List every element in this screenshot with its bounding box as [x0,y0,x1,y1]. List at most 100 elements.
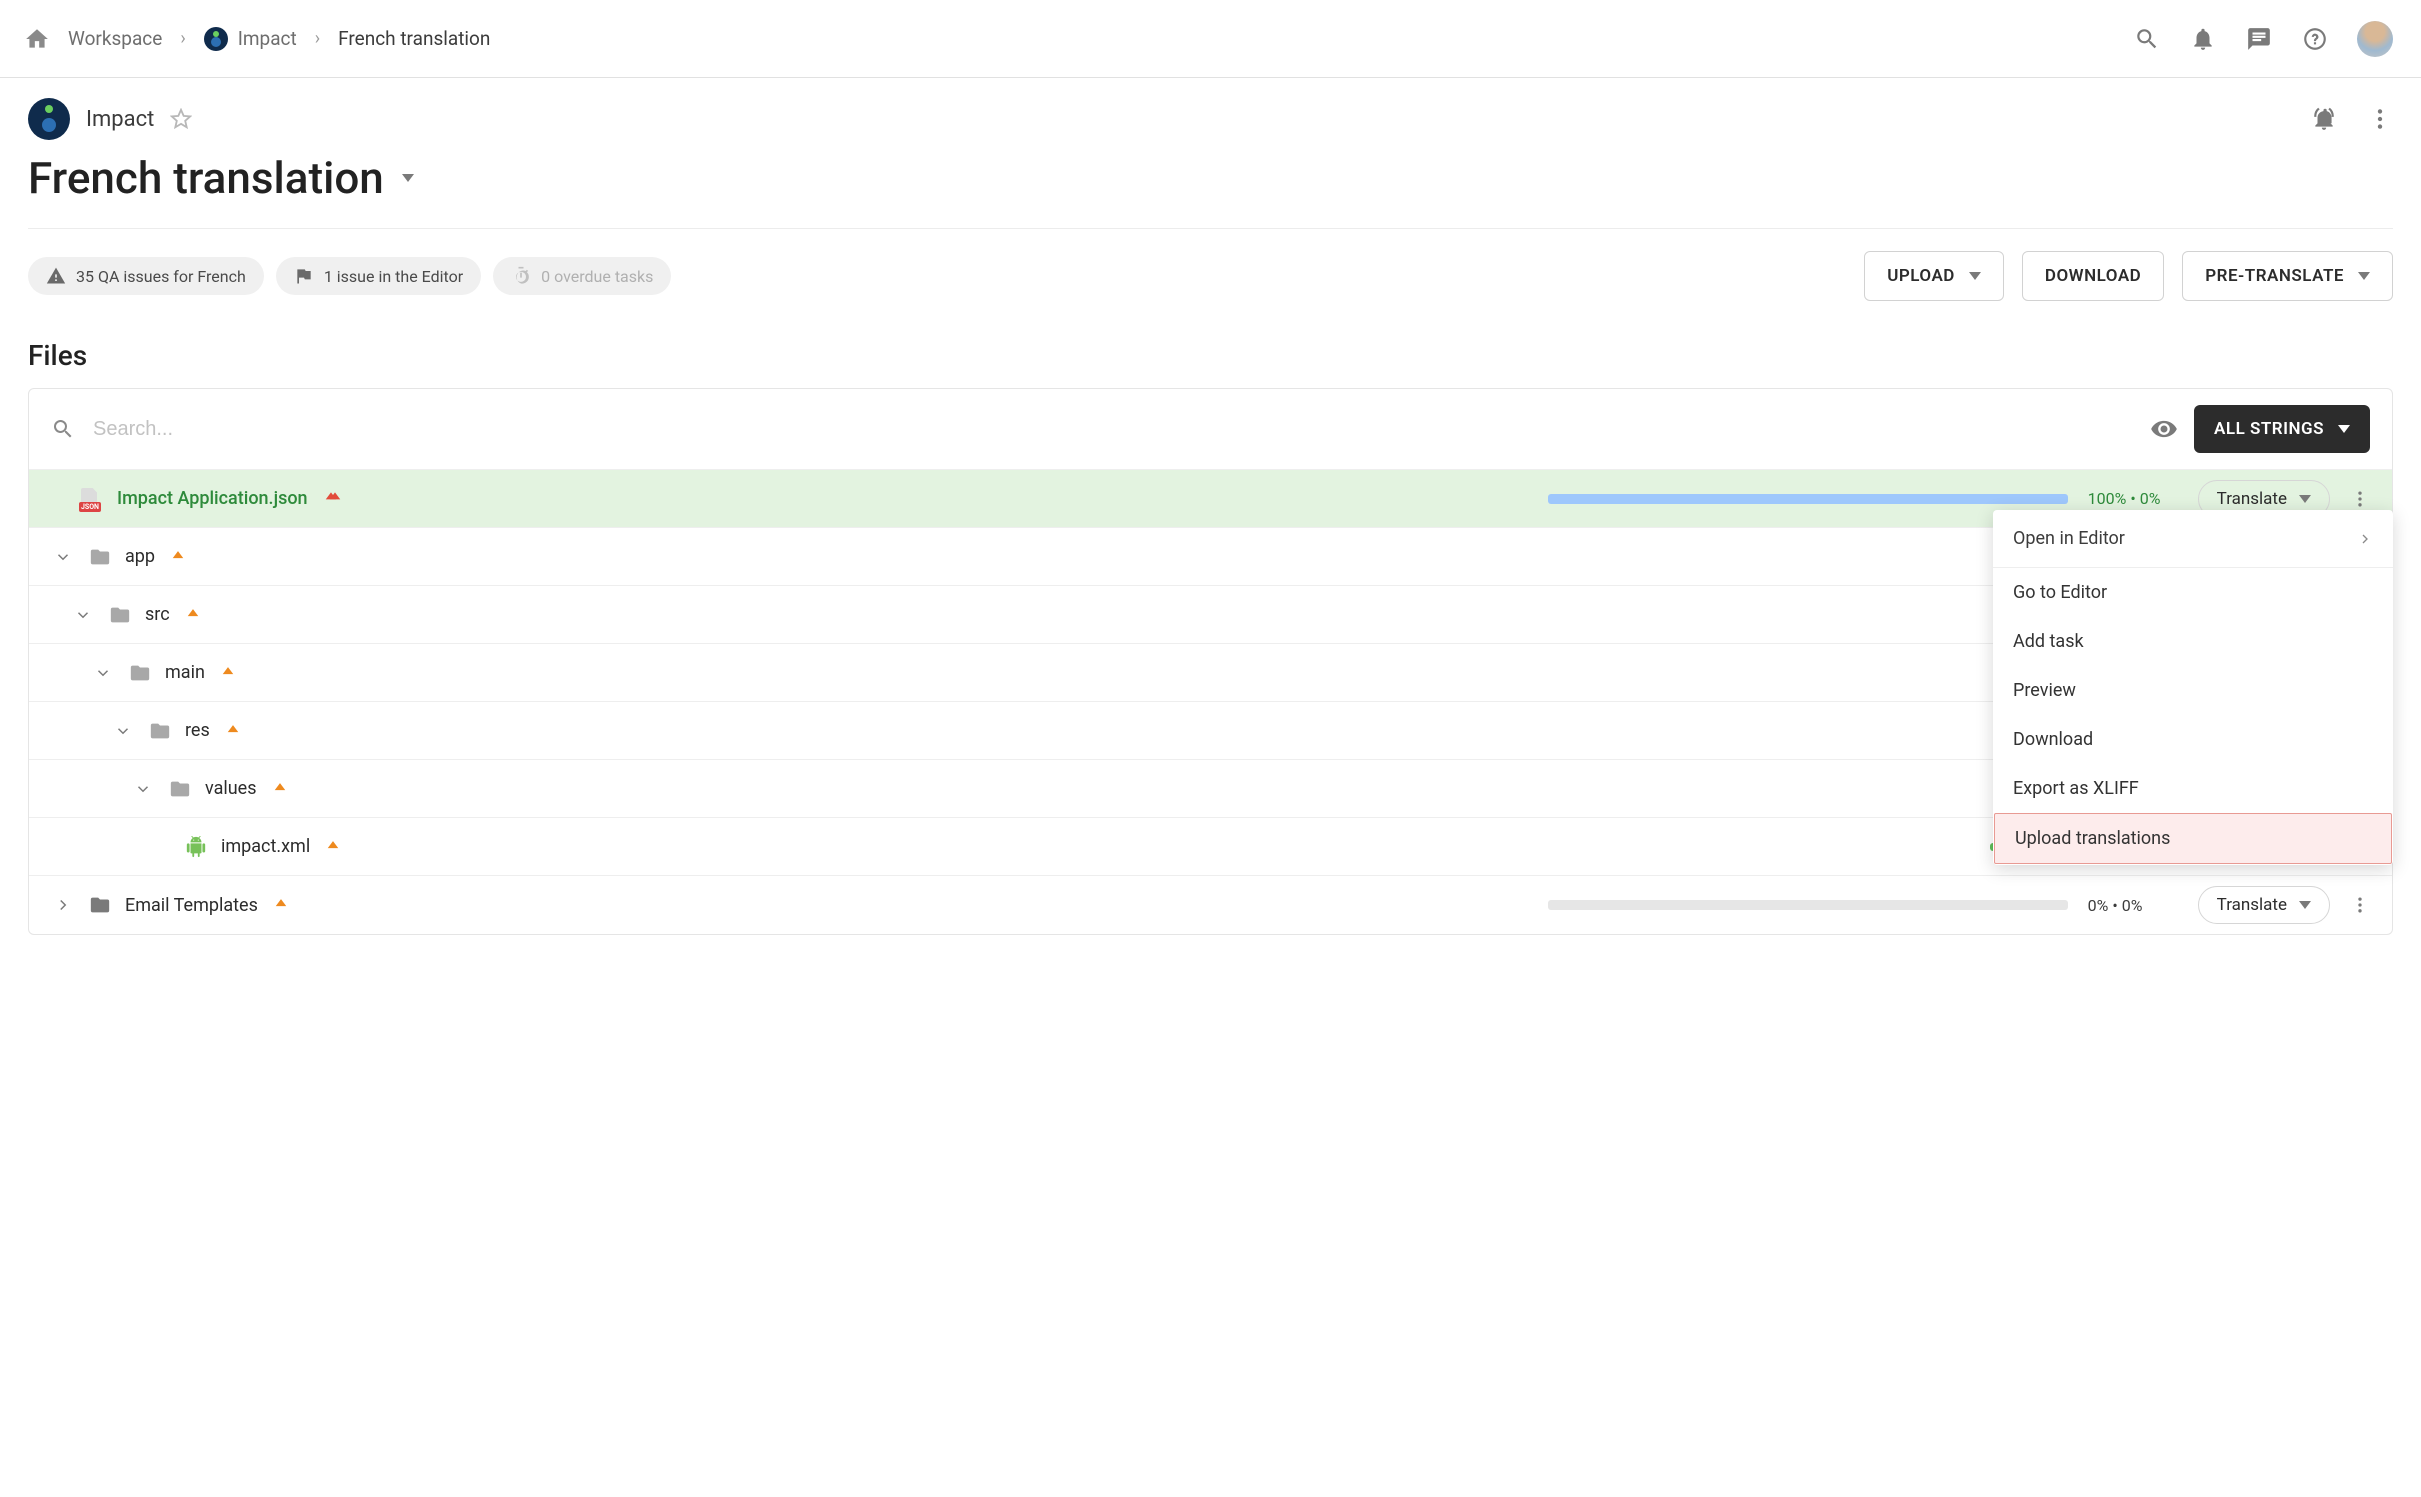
more-vert-icon[interactable] [2350,489,2370,509]
breadcrumb-project[interactable]: Impact [204,27,297,51]
breadcrumb-page: French translation [338,27,490,50]
chevron-down-icon[interactable] [111,722,135,740]
progress-text: 0% • 0% [2088,896,2178,915]
avatar[interactable] [2357,21,2393,57]
caret-down-icon [2358,272,2370,280]
chevron-right-icon: › [180,28,185,49]
search-input[interactable] [91,417,2134,442]
page-title-row: French translation [28,152,2393,229]
download-button-label: DOWNLOAD [2045,266,2141,286]
android-icon [185,836,207,858]
folder-name: values [205,778,257,799]
more-vert-icon[interactable] [2350,895,2370,915]
visibility-icon[interactable] [2150,415,2178,443]
priority-up-icon [324,838,342,856]
caret-down-icon [2299,495,2311,503]
folder-icon [169,778,191,800]
chevron-down-icon[interactable] [51,548,75,566]
progress-text: 100% • 0% [2088,489,2178,508]
chevron-right-icon: › [315,28,320,49]
caret-down-icon[interactable] [402,174,414,182]
project-header-row: Impact [28,98,2393,140]
chip-editor-label: 1 issue in the Editor [324,267,463,286]
priority-high-icon [322,490,344,508]
upload-button-label: UPLOAD [1887,266,1955,286]
priority-up-icon [224,722,242,740]
chip-overdue[interactable]: 0 overdue tasks [493,257,671,295]
bell-icon[interactable] [2189,25,2217,53]
menu-go-to-editor[interactable]: Go to Editor [1993,568,2393,617]
menu-download[interactable]: Download [1993,715,2393,764]
priority-up-icon [271,780,289,798]
folder-name: main [165,662,205,683]
files-search-row: ALL STRINGS [29,389,2392,470]
folder-icon [89,546,111,568]
bell-alert-icon[interactable] [2311,106,2337,132]
menu-open-in-editor[interactable]: Open in Editor [1993,510,2393,568]
breadcrumb: Workspace › Impact › French translation [24,26,2133,52]
menu-open-in-editor-label: Open in Editor [2013,528,2125,549]
caret-down-icon [2299,901,2311,909]
breadcrumb-project-label: Impact [238,27,297,50]
chat-icon[interactable] [2245,25,2273,53]
project-logo-icon [28,98,70,140]
page-title: French translation [28,152,384,204]
files-section-title: Files [28,339,2393,372]
upload-button[interactable]: UPLOAD [1864,251,2004,301]
caret-down-icon [2338,425,2350,433]
translate-label: Translate [2217,489,2287,509]
chevron-down-icon[interactable] [71,606,95,624]
action-row: 35 QA issues for French 1 issue in the E… [28,229,2393,301]
progress-bar [1548,900,2068,910]
folder-name: Email Templates [125,895,258,916]
chip-qa-label: 35 QA issues for French [76,267,246,286]
topbar-actions [2133,21,2393,57]
star-icon[interactable] [170,108,192,130]
menu-add-task[interactable]: Add task [1993,617,2393,666]
folder-icon [89,894,111,916]
all-strings-button[interactable]: ALL STRINGS [2194,405,2370,453]
priority-up-icon [219,664,237,682]
progress-bar [1548,494,2068,504]
breadcrumb-workspace[interactable]: Workspace [68,27,162,50]
all-strings-label: ALL STRINGS [2214,419,2324,439]
topbar: Workspace › Impact › French translation [0,0,2421,78]
chip-qa-issues[interactable]: 35 QA issues for French [28,257,264,295]
page-body: Impact French translation 35 QA issues f… [0,78,2421,935]
menu-preview[interactable]: Preview [1993,666,2393,715]
folder-icon [149,720,171,742]
download-button[interactable]: DOWNLOAD [2022,251,2164,301]
chevron-right-icon[interactable] [51,896,75,914]
project-name[interactable]: Impact [86,107,154,132]
priority-up-icon [184,606,202,624]
chevron-right-icon [2357,531,2373,547]
file-name: Impact Application.json [117,488,308,509]
pretranslate-button[interactable]: PRE-TRANSLATE [2182,251,2393,301]
row-context-menu: Open in Editor Go to Editor Add task Pre… [1993,510,2393,865]
folder-name: app [125,546,155,567]
chip-editor-issues[interactable]: 1 issue in the Editor [276,257,481,295]
priority-up-icon [169,548,187,566]
pretranslate-button-label: PRE-TRANSLATE [2205,266,2344,286]
menu-export-xliff[interactable]: Export as XLIFF [1993,764,2393,813]
json-file-icon: JSON [81,488,103,510]
more-vert-icon[interactable] [2367,106,2393,132]
chevron-down-icon[interactable] [131,780,155,798]
search-icon [51,417,75,441]
caret-down-icon [1969,272,1981,280]
help-icon[interactable] [2301,25,2329,53]
chevron-down-icon[interactable] [91,664,115,682]
priority-up-icon [272,896,290,914]
search-icon[interactable] [2133,25,2161,53]
translate-button[interactable]: Translate [2198,886,2330,924]
file-name: impact.xml [221,836,310,857]
menu-upload-translations[interactable]: Upload translations [1994,813,2392,864]
folder-name: src [145,604,170,625]
folder-name: res [185,720,210,741]
folder-row-email-templates[interactable]: Email Templates 0% • 0% Translate [29,876,2392,934]
translate-label: Translate [2217,895,2287,915]
folder-icon [109,604,131,626]
project-logo-icon [204,27,228,51]
folder-icon [129,662,151,684]
home-icon[interactable] [24,26,50,52]
